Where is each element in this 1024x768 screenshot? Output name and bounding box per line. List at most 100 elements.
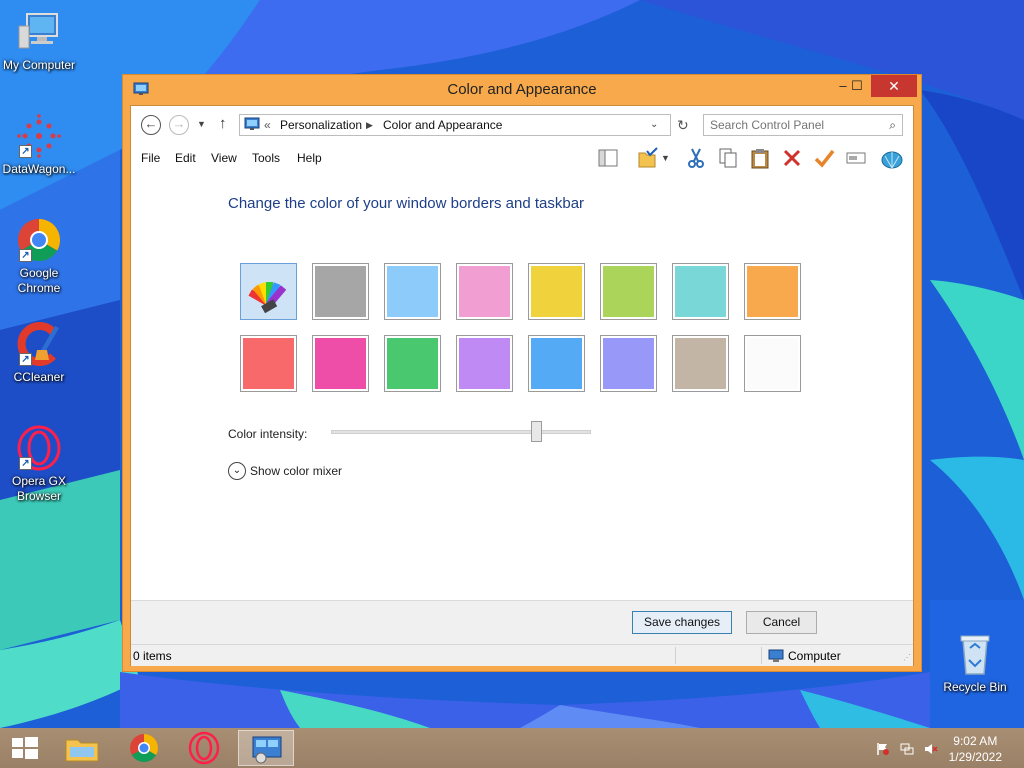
folder-check-icon[interactable] (637, 147, 659, 169)
color-swatch-blue[interactable] (528, 335, 585, 392)
desktop-icon-recycle-bin[interactable]: Recycle Bin (936, 630, 1014, 695)
menu-view[interactable]: View (211, 151, 237, 165)
page-heading: Change the color of your window borders … (228, 195, 585, 212)
taskbar-control-panel[interactable] (238, 730, 294, 766)
layout-icon[interactable] (597, 147, 619, 169)
color-intensity-slider[interactable] (331, 430, 591, 434)
datawagon-icon: ↗ (15, 112, 63, 160)
color-intensity-thumb[interactable] (531, 421, 543, 442)
desktop-icon-datawagon[interactable]: ↗ DataWagon... (0, 112, 78, 177)
refresh-icon[interactable]: ↻ (677, 117, 689, 134)
recycle-bin-icon (951, 630, 999, 678)
swatch-fill (459, 266, 510, 317)
menu-tools[interactable]: Tools (252, 151, 280, 165)
swatch-fill (387, 266, 438, 317)
status-separator (761, 647, 762, 664)
desktop-icon-google-chrome[interactable]: ↗ Google Chrome (0, 216, 78, 296)
desktop-icon-opera-gx[interactable]: ↗ Opera GX Browser (0, 424, 78, 504)
close-button[interactable]: ✕ (871, 75, 917, 97)
item-count: 0 items (133, 649, 172, 663)
address-bar[interactable]: « Personalization ▶ Color and Appearance… (239, 114, 671, 136)
volume-muted-icon[interactable] (924, 742, 938, 756)
breadcrumb-overflow[interactable]: « (264, 118, 271, 132)
menu-file[interactable]: File (141, 151, 160, 165)
clock-date: 1/29/2022 (948, 750, 1002, 764)
network-icon[interactable] (900, 742, 914, 756)
swatch-fill (315, 266, 366, 317)
clock-time: 9:02 AM (953, 734, 998, 748)
taskbar-file-explorer[interactable] (54, 730, 110, 766)
swatch-fill (675, 266, 726, 317)
shell-icon[interactable] (881, 147, 903, 169)
content-area: Change the color of your window borders … (131, 172, 913, 600)
cut-icon[interactable] (685, 147, 707, 169)
color-swatch-white[interactable] (744, 335, 801, 392)
title-bar[interactable]: Color and Appearance – ☐ ✕ (123, 75, 921, 105)
desktop-icon-label: DataWagon... (2, 162, 76, 176)
breadcrumb-color-appearance[interactable]: Color and Appearance (383, 118, 502, 132)
breadcrumb-personalization[interactable]: Personalization (280, 118, 362, 132)
up-arrow-icon[interactable]: ↑ (219, 115, 227, 132)
taskbar: 9:02 AM 1/29/2022 (0, 728, 1024, 768)
cancel-button[interactable]: Cancel (746, 611, 817, 634)
status-bar: 0 items Computer ⋰ (131, 644, 913, 666)
color-swatch-magenta[interactable] (312, 335, 369, 392)
swatch-fill (459, 338, 510, 389)
search-input[interactable] (710, 118, 880, 132)
desktop-icon-my-computer[interactable]: My Computer (0, 8, 78, 73)
color-swatch-periwinkle[interactable] (600, 335, 657, 392)
color-swatch-automatic[interactable] (240, 263, 297, 320)
color-swatch-gray[interactable] (312, 263, 369, 320)
color-swatch-pink[interactable] (456, 263, 513, 320)
shortcut-arrow-icon: ↗ (19, 457, 32, 470)
breadcrumb-separator-icon[interactable]: ▶ (366, 120, 373, 131)
taskbar-clock[interactable]: 9:02 AM 1/29/2022 (949, 733, 1002, 765)
chevron-down-icon: ⌄ (228, 462, 246, 480)
swatch-fill (747, 338, 798, 389)
menu-help[interactable]: Help (297, 151, 322, 165)
ccleaner-icon: ↗ (15, 320, 63, 368)
rename-icon[interactable] (845, 147, 867, 169)
menu-bar: File Edit View Tools Help ▼ (131, 142, 913, 172)
copy-icon[interactable] (717, 147, 739, 169)
window-title: Color and Appearance (447, 81, 597, 98)
resize-grip-icon[interactable]: ⋰ (903, 653, 911, 662)
color-swatch-taupe[interactable] (672, 335, 729, 392)
shortcut-arrow-icon: ↗ (19, 249, 32, 262)
window-body: ← → ▼ ↑ « Personalization ▶ Color and Ap… (130, 105, 914, 666)
dialog-footer: Save changes Cancel (131, 600, 913, 644)
color-swatch-light-blue[interactable] (384, 263, 441, 320)
delete-icon[interactable] (781, 147, 803, 169)
back-button[interactable]: ← (141, 115, 161, 135)
start-button[interactable] (0, 730, 50, 766)
status-separator (675, 647, 676, 664)
save-changes-button[interactable]: Save changes (632, 611, 732, 634)
swatch-fill (531, 338, 582, 389)
maximize-button[interactable]: ☐ (843, 75, 871, 97)
show-color-mixer-toggle[interactable]: ⌄ Show color mixer (228, 462, 342, 482)
color-swatch-teal[interactable] (672, 263, 729, 320)
color-swatch-lime[interactable] (600, 263, 657, 320)
forward-button[interactable]: → (169, 115, 189, 135)
color-swatch-green[interactable] (384, 335, 441, 392)
search-icon[interactable]: ⌕ (889, 118, 896, 133)
menu-edit[interactable]: Edit (175, 151, 196, 165)
address-dropdown-icon[interactable]: ⌄ (650, 119, 658, 130)
color-swatch-yellow[interactable] (528, 263, 585, 320)
search-box[interactable]: ⌕ (703, 114, 903, 136)
taskbar-opera-gx[interactable] (176, 730, 232, 766)
swatch-fill (243, 338, 294, 389)
desktop-icon-ccleaner[interactable]: ↗ CCleaner (0, 320, 78, 385)
action-center-flag-icon[interactable] (876, 742, 890, 756)
recent-locations-chevron-icon[interactable]: ▼ (197, 119, 206, 129)
color-swatch-purple[interactable] (456, 335, 513, 392)
taskbar-google-chrome[interactable] (116, 730, 172, 766)
opera-gx-icon: ↗ (15, 424, 63, 472)
paste-icon[interactable] (749, 147, 771, 169)
desktop-icon-label: Google Chrome (17, 266, 61, 295)
checkmark-icon[interactable] (813, 147, 835, 169)
color-swatch-orange[interactable] (744, 263, 801, 320)
swatch-fill (243, 266, 294, 317)
color-swatch-red[interactable] (240, 335, 297, 392)
show-color-mixer-label: Show color mixer (250, 464, 343, 478)
